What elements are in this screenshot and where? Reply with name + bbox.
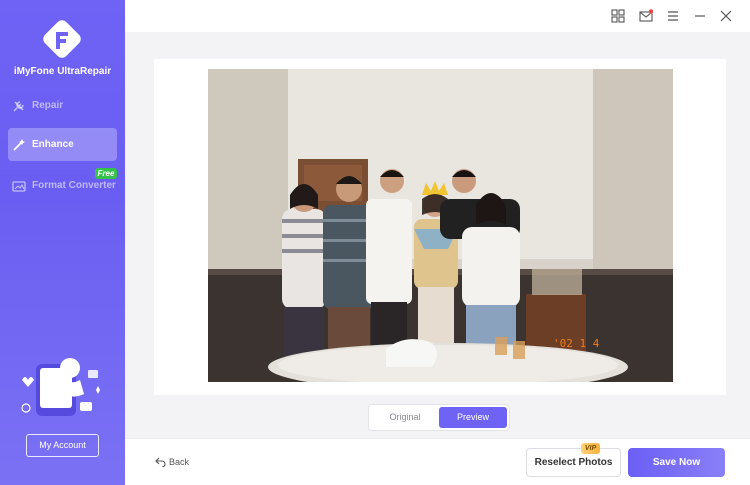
brand-name: iMyFone UltraRepair [13,66,112,77]
sidebar: iMyFone UltraRepair Repair Enhance Forma… [0,0,125,485]
sidebar-item-enhance[interactable]: Enhance [8,128,117,161]
close-icon[interactable] [719,9,733,23]
image-convert-icon [12,180,26,192]
vip-badge: VIP [581,443,600,454]
back-label: Back [169,456,190,467]
magic-wand-icon [13,138,25,151]
sidebar-item-label: Repair [32,100,64,111]
svg-text:'02 1 4: '02 1 4 [553,337,600,350]
bottom-bar: Back Reselect Photos Save Now [125,438,750,485]
tools-icon [13,100,24,112]
original-preview-toggle: Original Preview [368,404,510,431]
title-bar [125,0,750,32]
sidebar-item-label: Format Converter [32,180,116,191]
grid-icon[interactable] [611,9,625,23]
sidebar-item-label: Enhance [32,139,74,150]
reselect-photos-button[interactable]: Reselect Photos [526,448,621,477]
account-illustration [21,358,100,416]
tab-preview[interactable]: Preview [439,407,507,428]
mail-icon[interactable] [639,9,653,23]
app-logo-icon [43,20,81,58]
menu-icon[interactable] [666,9,680,23]
tab-original[interactable]: Original [371,407,439,428]
save-now-button[interactable]: Save Now [628,448,725,477]
sidebar-item-repair[interactable]: Repair [8,89,117,122]
back-button[interactable]: Back [155,456,189,467]
back-arrow-icon [155,457,166,467]
my-account-button[interactable]: My Account [26,434,99,457]
minimize-icon[interactable] [693,9,707,23]
main-area: '02 1 4 Original Preview [125,32,750,438]
free-badge: Free [95,168,117,179]
photo-card: '02 1 4 [154,59,726,395]
enhanced-photo: '02 1 4 [208,69,673,382]
